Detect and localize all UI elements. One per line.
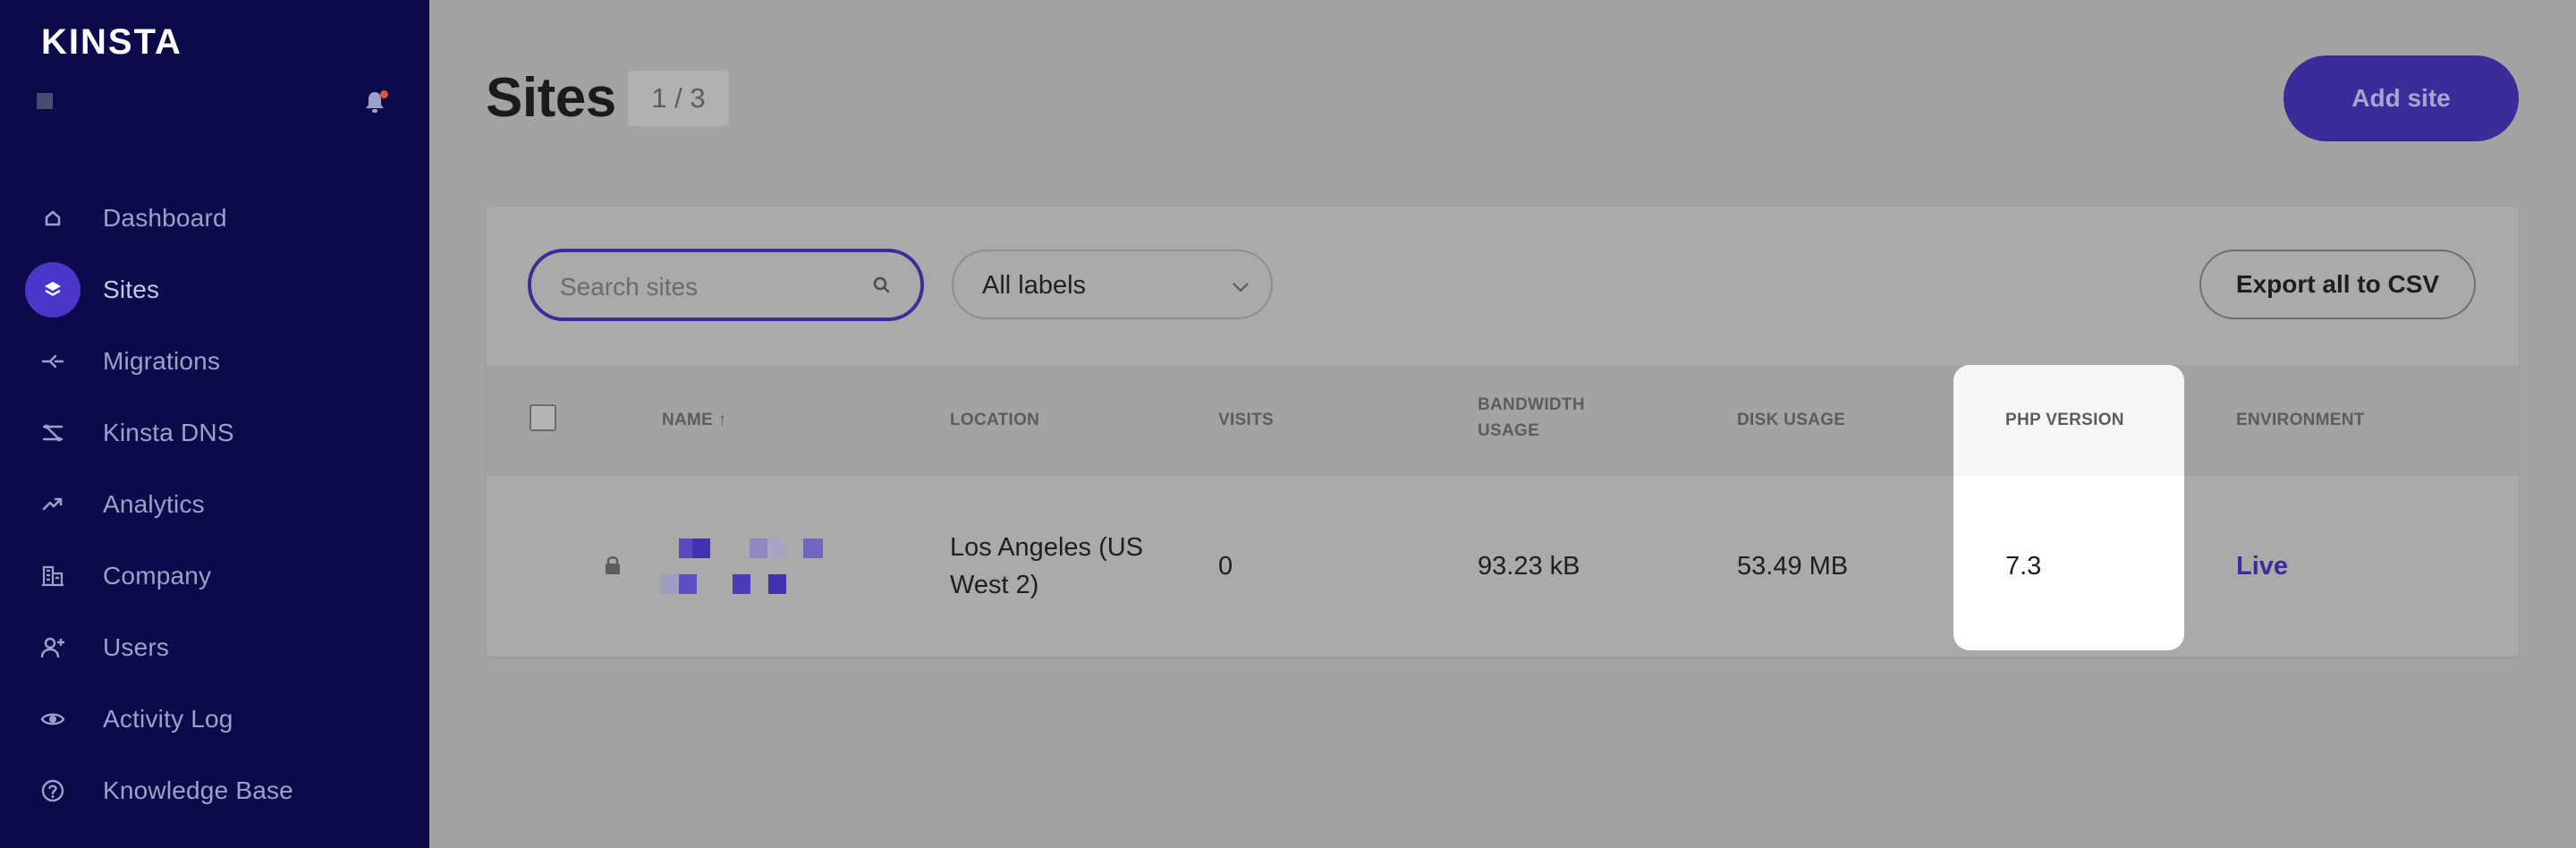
- sidebar-item-sites[interactable]: Sites: [0, 254, 429, 326]
- export-csv-button[interactable]: Export all to CSV: [2199, 250, 2476, 319]
- sidebar: KINSTA Dashboard Sites Migrations Kinsta…: [0, 0, 429, 848]
- sidebar-item-users[interactable]: Users: [0, 612, 429, 683]
- column-header-php-version[interactable]: PHP VERSION: [2005, 407, 2124, 433]
- search-icon[interactable]: [872, 276, 892, 295]
- trend-icon: [25, 477, 80, 532]
- site-disk-usage: 53.49 MB: [1737, 552, 1849, 581]
- column-header-disk-usage[interactable]: DISK USAGE: [1737, 407, 1845, 433]
- sidebar-item-label: Activity Log: [103, 705, 233, 733]
- site-switcher[interactable]: [37, 93, 53, 109]
- sidebar-item-activity-log[interactable]: Activity Log: [0, 683, 429, 755]
- site-visits: 0: [1218, 552, 1233, 581]
- site-environment-link[interactable]: Live: [2236, 547, 2288, 585]
- site-php-version: 7.3: [2005, 552, 2042, 581]
- sidebar-item-label: Users: [103, 633, 170, 661]
- svg-text:KINSTA: KINSTA: [41, 25, 182, 61]
- sidebar-item-migrations[interactable]: Migrations: [0, 326, 429, 397]
- column-header-environment[interactable]: ENVIRONMENT: [2236, 407, 2365, 433]
- site-bandwidth: 93.23 kB: [1478, 552, 1580, 581]
- sidebar-item-label: Sites: [103, 276, 160, 303]
- sidebar-item-knowledge-base[interactable]: Knowledge Base: [0, 755, 429, 827]
- sidebar-item-kinsta-dns[interactable]: Kinsta DNS: [0, 397, 429, 469]
- column-header-visits[interactable]: VISITS: [1218, 407, 1274, 433]
- add-user-icon: [25, 620, 80, 675]
- sidebar-item-analytics[interactable]: Analytics: [0, 469, 429, 540]
- home-icon: [25, 191, 80, 246]
- sidebar-item-company[interactable]: Company: [0, 540, 429, 612]
- help-icon: [25, 763, 80, 818]
- sidebar-nav: Dashboard Sites Migrations Kinsta DNS An…: [0, 182, 429, 827]
- page-title: Sites: [486, 67, 616, 129]
- column-header-name[interactable]: NAME ↑: [662, 407, 727, 433]
- add-site-button[interactable]: Add site: [2284, 55, 2519, 141]
- migration-icon: [25, 334, 80, 389]
- search-input[interactable]: [558, 268, 857, 306]
- column-header-bandwidth-line2: USAGE: [1478, 421, 1540, 440]
- site-count-badge: 1 / 3: [628, 71, 729, 126]
- sidebar-item-label: Dashboard: [103, 204, 227, 232]
- search-field[interactable]: [528, 249, 924, 321]
- labels-dropdown[interactable]: All labels: [952, 250, 1273, 319]
- site-name-obscured[interactable]: [659, 537, 826, 596]
- kinsta-logo[interactable]: KINSTA: [41, 25, 188, 61]
- column-header-bandwidth[interactable]: BANDWIDTH USAGE: [1478, 392, 1585, 444]
- site-location-line1: Los Angeles (US: [950, 533, 1144, 562]
- notification-bell-icon[interactable]: [363, 89, 388, 114]
- column-header-bandwidth-line1: BANDWIDTH: [1478, 395, 1585, 414]
- sidebar-item-label: Migrations: [103, 347, 221, 375]
- labels-dropdown-value: All labels: [982, 271, 1087, 300]
- chevron-down-icon: [1233, 283, 1249, 293]
- eye-icon: [25, 691, 80, 747]
- lock-icon: [606, 556, 620, 574]
- sidebar-item-label: Analytics: [103, 490, 205, 518]
- site-location-line2: West 2): [950, 571, 1039, 599]
- sidebar-item-label: Company: [103, 562, 212, 589]
- dns-icon: [25, 405, 80, 461]
- sidebar-item-label: Kinsta DNS: [103, 419, 234, 446]
- sidebar-item-label: Knowledge Base: [103, 776, 293, 804]
- select-all-checkbox[interactable]: [530, 404, 556, 431]
- site-location: Los Angeles (US West 2): [950, 529, 1143, 604]
- layers-icon: [25, 262, 80, 318]
- notification-dot: [380, 90, 388, 98]
- building-icon: [25, 548, 80, 604]
- sidebar-item-dashboard[interactable]: Dashboard: [0, 182, 429, 254]
- column-header-location[interactable]: LOCATION: [950, 407, 1039, 433]
